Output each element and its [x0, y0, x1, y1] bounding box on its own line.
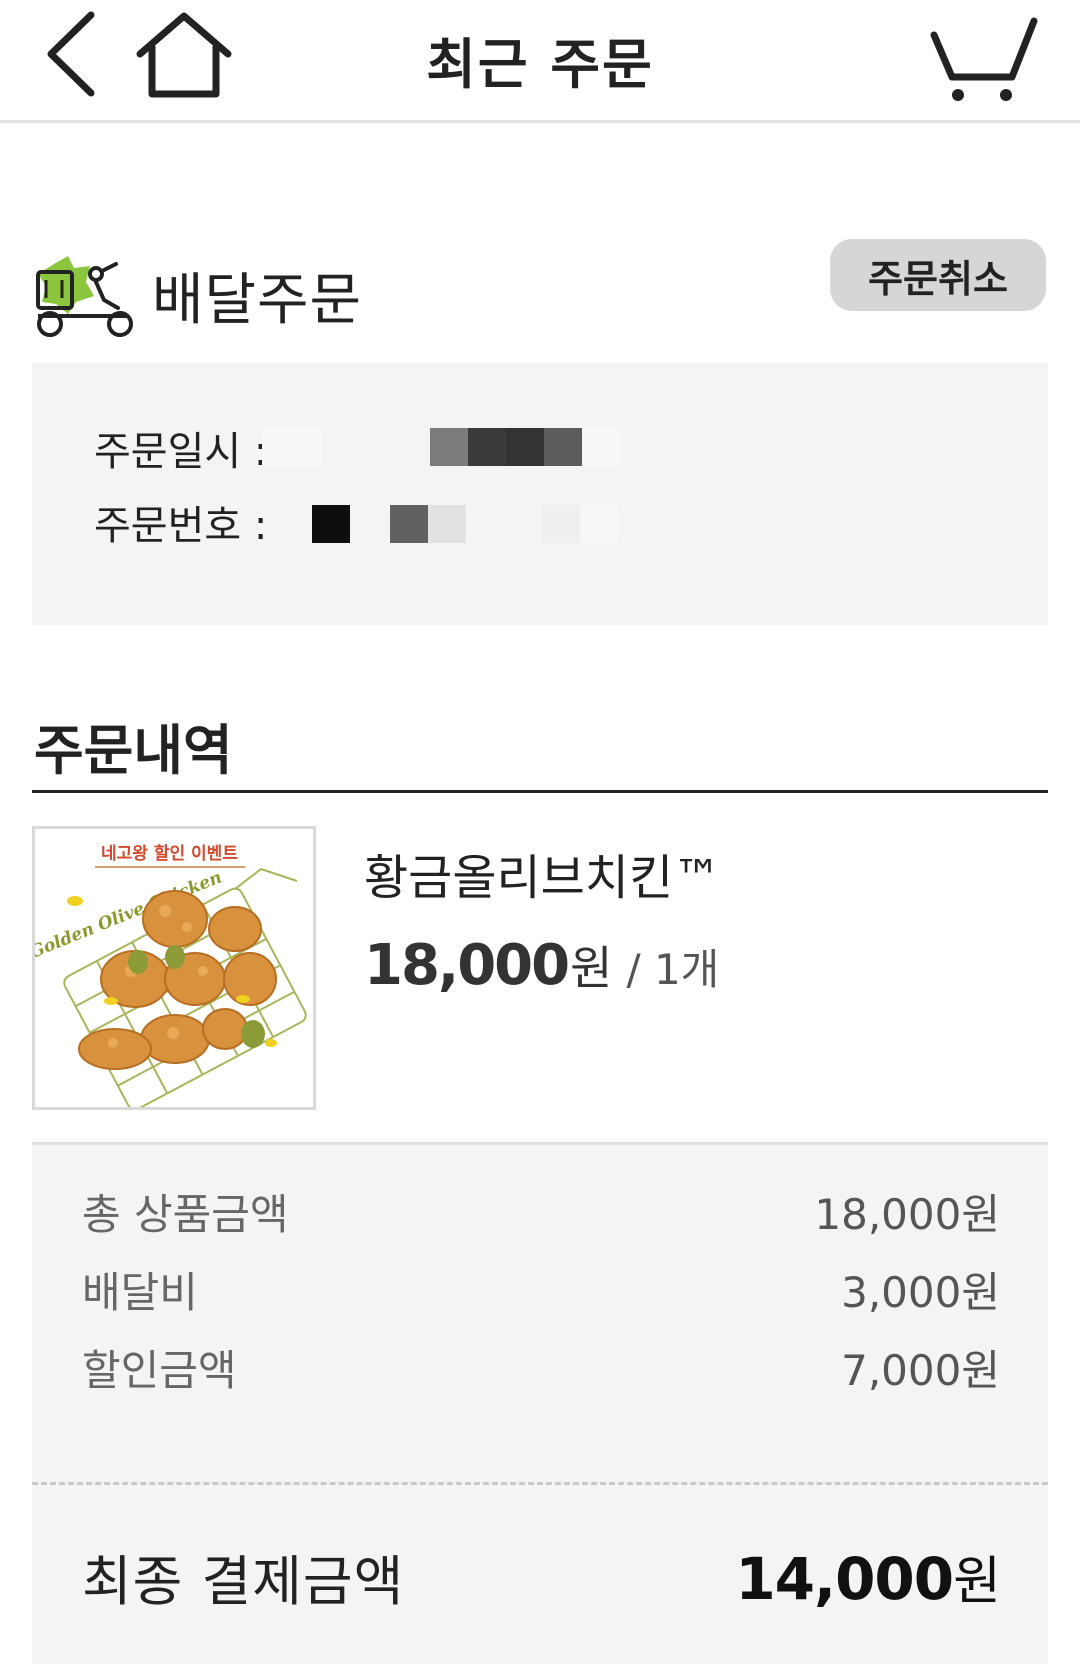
summary-value: 3,000원 — [841, 1268, 1000, 1317]
product-price-row: 18,000 원 / 1개 — [364, 932, 719, 998]
page-title: 최근 주문 — [426, 33, 654, 96]
product-name[interactable]: 황금올리브치킨™ — [364, 838, 721, 908]
order-number-row: 주문번호 : — [94, 493, 267, 551]
chicken-photo: 네고왕 할인 이벤트 Golden Olive Chicken — [35, 829, 313, 1107]
cancel-order-button[interactable]: 주문취소 — [830, 239, 1046, 311]
product-price-currency: 원 — [570, 941, 613, 995]
final-total-row: 최종 결제금액 14,000원 — [82, 1537, 1001, 1616]
cart-icon — [930, 17, 1038, 101]
product-image-event-text: 네고왕 할인 이벤트 — [101, 844, 238, 864]
delivery-label: 배달주문 — [152, 267, 363, 333]
section-divider — [32, 790, 1048, 793]
summary-row-subtotal: 총 상품금액 18,000원 — [82, 1181, 1000, 1242]
summary-label: 총 상품금액 — [82, 1190, 289, 1239]
summary-row-discount: 할인금액 7,000원 — [82, 1337, 1000, 1398]
delivery-scooter-icon — [36, 256, 133, 337]
order-date-label: 주문일시 : — [94, 429, 268, 475]
final-total-label: 최종 결제금액 — [82, 1550, 405, 1613]
order-history-title: 주문내역 — [34, 719, 233, 782]
order-date-row: 주문일시 : — [94, 419, 267, 477]
final-total-amount: 14,000 — [735, 1545, 954, 1613]
final-total-currency: 원 — [953, 1552, 1001, 1612]
app-header: 최근 주문 — [0, 0, 1080, 123]
summary-label: 배달비 — [82, 1268, 198, 1317]
delivery-type-row: 배달주문 — [32, 250, 362, 340]
summary-row-delivery-fee: 배달비 3,000원 — [82, 1259, 1000, 1320]
summary-label: 할인금액 — [82, 1346, 237, 1395]
summary-value: 18,000원 — [814, 1190, 1000, 1239]
cart-button[interactable] — [928, 14, 1040, 104]
payment-summary-panel: 총 상품금액 18,000원 배달비 3,000원 할인금액 7,000원 최종… — [32, 1142, 1048, 1664]
order-info-panel: 주문일시 : 주문번호 : — [32, 363, 1048, 625]
order-number-label: 주문번호 : — [94, 503, 268, 549]
product-price: 18,000 — [364, 933, 570, 998]
dashed-divider — [32, 1482, 1048, 1485]
product-image[interactable]: 네고왕 할인 이벤트 Golden Olive Chicken — [32, 826, 316, 1110]
final-total-value: 14,000원 — [735, 1539, 1001, 1614]
summary-value: 7,000원 — [841, 1346, 1000, 1395]
product-quantity: / 1개 — [626, 945, 720, 994]
